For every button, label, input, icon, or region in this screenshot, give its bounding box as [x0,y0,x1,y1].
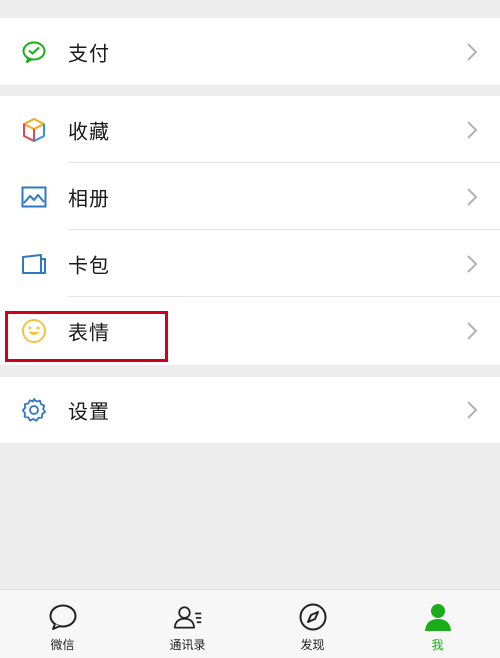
menu-item-label: 相册 [68,186,110,210]
menu-item-label: 表情 [68,320,110,344]
chevron-right-icon [466,400,478,420]
tab-label: 微信 [50,638,75,652]
chevron-right-icon [466,254,478,274]
tab-contacts[interactable]: 通讯录 [125,590,250,658]
tab-chats[interactable]: 微信 [0,590,125,658]
tab-label: 通讯录 [169,638,206,652]
menu-item-card-wallet[interactable]: 卡包 [0,230,500,297]
chevron-right-icon [466,187,478,207]
album-picture-icon [20,183,48,211]
menu-group-pay: 支付 [0,18,500,85]
bottom-tab-bar: 微信 通讯录 发现 我 [0,589,500,658]
menu-item-label: 收藏 [68,119,110,143]
menu-item-label: 设置 [68,399,110,424]
chevron-right-icon [466,120,478,140]
menu-item-stickers[interactable]: 表情 [0,297,500,364]
chevron-right-icon [466,321,478,341]
settings-gear-icon [20,396,48,424]
card-wallet-icon [20,250,48,278]
tab-discover[interactable]: 发现 [250,590,375,658]
chat-bubble-icon [48,602,78,632]
me-page-screen: 支付 收藏 相册 卡包 表情 设置 微信 通讯录 发现 我 [0,0,500,658]
menu-item-favorites[interactable]: 收藏 [0,96,500,163]
favorites-cube-icon [20,116,48,144]
tab-me[interactable]: 我 [375,590,500,658]
menu-group-main: 收藏 相册 卡包 表情 [0,96,500,365]
menu-item-label: 卡包 [68,253,110,277]
compass-icon [298,602,328,632]
tab-label: 我 [431,638,444,652]
menu-group-settings: 设置 [0,377,500,443]
sticker-smile-icon [20,317,48,345]
contacts-icon [173,602,203,632]
tab-label: 发现 [300,638,325,652]
chevron-right-icon [466,42,478,62]
menu-item-label: 支付 [68,41,110,65]
me-person-icon [423,602,453,632]
menu-item-album[interactable]: 相册 [0,163,500,230]
menu-item-settings[interactable]: 设置 [0,377,500,443]
wechat-pay-icon [20,38,48,66]
menu-item-pay[interactable]: 支付 [0,18,500,85]
